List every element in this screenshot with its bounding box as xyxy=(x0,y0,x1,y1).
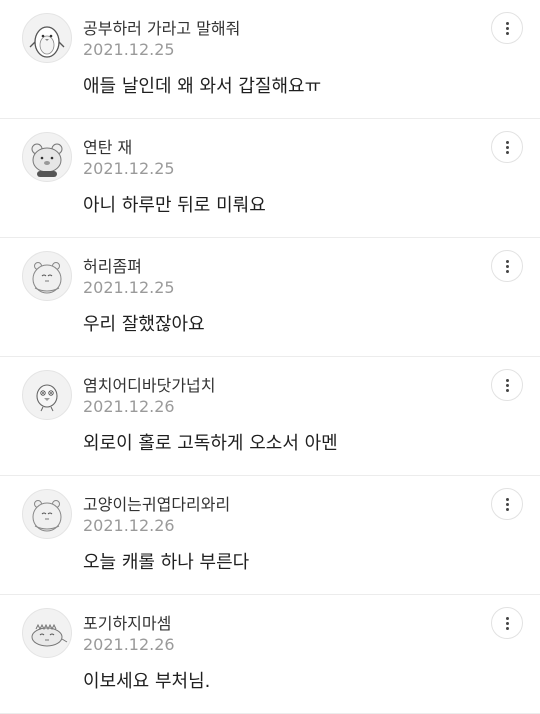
avatar[interactable] xyxy=(22,251,72,301)
more-options-button[interactable] xyxy=(491,250,523,282)
dinosaur-icon xyxy=(31,623,68,647)
more-vertical-icon xyxy=(505,497,509,501)
more-vertical-icon xyxy=(505,21,509,25)
avatar[interactable] xyxy=(22,132,72,182)
comment-date: 2021.12.26 xyxy=(83,516,175,535)
comment-text: 애들 날인데 왜 와서 갑질해요ㅠ xyxy=(83,76,322,97)
more-vertical-icon xyxy=(505,140,509,144)
avatar[interactable] xyxy=(22,13,72,63)
comment-nickname[interactable]: 허리좀펴 xyxy=(83,253,142,277)
comment-item: 고양이는귀엽다리와리 2021.12.26 오늘 캐롤 하나 부른다 xyxy=(0,476,540,595)
hamster-icon xyxy=(32,500,62,532)
bear-icon xyxy=(31,143,63,177)
avatar[interactable] xyxy=(22,608,72,658)
more-options-button[interactable] xyxy=(491,607,523,639)
comment-date: 2021.12.25 xyxy=(83,40,175,59)
comment-text: 외로이 홀로 고독하게 오소서 아멘 xyxy=(83,433,338,454)
more-vertical-icon xyxy=(505,259,509,263)
comment-text: 오늘 캐롤 하나 부른다 xyxy=(83,552,250,573)
comment-item: 허리좀펴 2021.12.25 우리 잘했잖아요 xyxy=(0,238,540,357)
more-options-button[interactable] xyxy=(491,488,523,520)
comment-date: 2021.12.26 xyxy=(83,635,175,654)
comment-date: 2021.12.25 xyxy=(83,159,175,178)
avatar[interactable] xyxy=(22,370,72,420)
comment-date: 2021.12.25 xyxy=(83,278,175,297)
comment-list: 공부하러 가라고 말해줘 2021.12.25 애들 날인데 왜 와서 갑질해요… xyxy=(0,0,540,714)
more-vertical-icon xyxy=(505,616,509,620)
comment-nickname[interactable]: 공부하러 가라고 말해줘 xyxy=(83,15,240,39)
comment-item: 공부하러 가라고 말해줘 2021.12.25 애들 날인데 왜 와서 갑질해요… xyxy=(0,0,540,119)
comment-text: 아니 하루만 뒤로 미뤄요 xyxy=(83,195,266,216)
comment-item: 포기하지마셈 2021.12.26 이보세요 부처님. xyxy=(0,595,540,714)
comment-text: 이보세요 부처님. xyxy=(83,671,211,692)
more-vertical-icon xyxy=(505,378,509,382)
comment-nickname[interactable]: 연탄 재 xyxy=(83,134,132,158)
comment-nickname[interactable]: 염치어디바닷가넙치 xyxy=(83,372,215,396)
comment-item: 연탄 재 2021.12.25 아니 하루만 뒤로 미뤄요 xyxy=(0,119,540,238)
chick-icon xyxy=(36,384,58,412)
more-options-button[interactable] xyxy=(491,131,523,163)
more-options-button[interactable] xyxy=(491,12,523,44)
hamster-icon xyxy=(32,262,62,294)
comment-item: 염치어디바닷가넙치 2021.12.26 외로이 홀로 고독하게 오소서 아멘 xyxy=(0,357,540,476)
penguin-icon xyxy=(29,26,65,58)
more-options-button[interactable] xyxy=(491,369,523,401)
comment-text: 우리 잘했잖아요 xyxy=(83,314,205,335)
comment-nickname[interactable]: 포기하지마셈 xyxy=(83,610,171,634)
avatar[interactable] xyxy=(22,489,72,539)
comment-date: 2021.12.26 xyxy=(83,397,175,416)
comment-nickname[interactable]: 고양이는귀엽다리와리 xyxy=(83,491,230,515)
